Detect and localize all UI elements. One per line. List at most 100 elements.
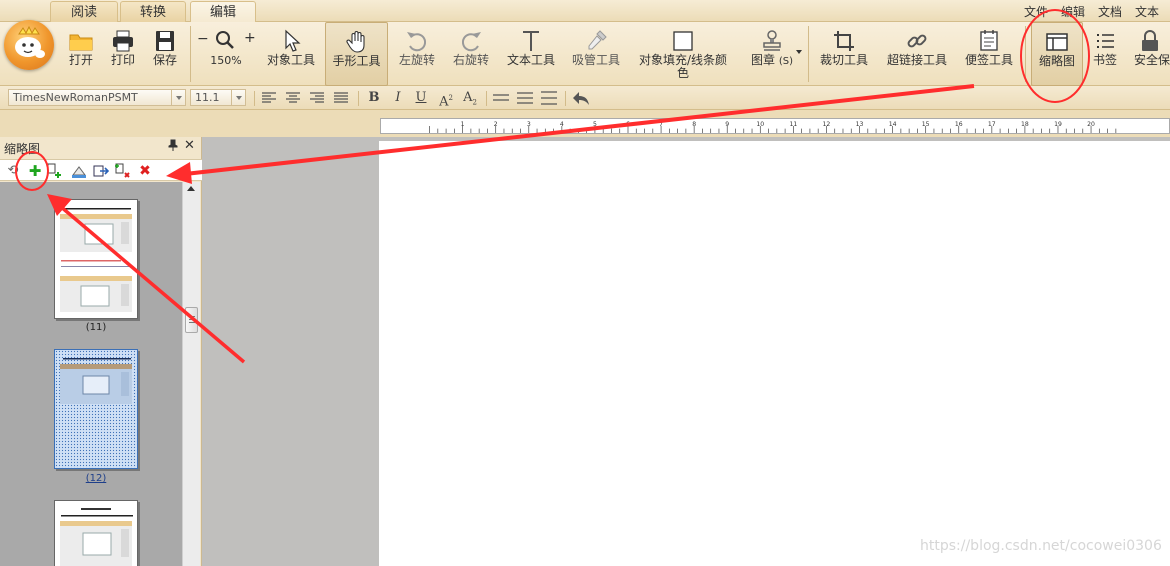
stamp-dropdown-icon[interactable]: [796, 50, 802, 54]
align-center-icon[interactable]: [286, 92, 300, 104]
line-spacing-2-icon[interactable]: [517, 92, 533, 104]
scroll-up-icon[interactable]: [187, 186, 195, 191]
zoom-out-icon[interactable]: −: [197, 31, 209, 47]
thumbnail-label: (11): [85, 322, 107, 333]
eyedropper-tool-button[interactable]: 吸管工具: [568, 22, 624, 86]
menu-edit[interactable]: 编辑: [1061, 3, 1085, 20]
stamp-shortcut: (S): [778, 56, 793, 67]
link-icon: [907, 34, 927, 48]
note-tool-label: 便签工具: [964, 53, 1013, 67]
text-tool-label: 文本工具: [506, 53, 555, 67]
format-toolbar: TimesNewRomanPSMT 11.1 B I U A2 A2: [0, 86, 1170, 110]
tab-read[interactable]: 阅读: [50, 1, 118, 22]
app-logo[interactable]: [4, 20, 54, 70]
pin-icon[interactable]: [168, 139, 178, 154]
thumbnail-button[interactable]: 缩略图: [1031, 22, 1083, 86]
extract-page-icon[interactable]: [71, 163, 87, 179]
line-spacing-3-icon[interactable]: [541, 91, 557, 105]
superscript-icon[interactable]: A2: [436, 90, 456, 109]
security-button[interactable]: 安全保: [1130, 22, 1170, 86]
crop-tool-button[interactable]: 裁切工具: [815, 22, 873, 86]
thumbnail-page[interactable]: [54, 199, 138, 319]
document-page[interactable]: [379, 141, 1170, 566]
lock-icon: [1142, 30, 1158, 51]
italic-icon[interactable]: I: [388, 90, 408, 106]
crop-icon: [834, 31, 854, 51]
thumbnail-page-selected[interactable]: [54, 349, 138, 469]
font-family-select[interactable]: TimesNewRomanPSMT: [8, 89, 186, 106]
panel-title: 缩略图: [4, 142, 41, 156]
ruler-label: 5: [593, 121, 597, 128]
export-page-icon[interactable]: [93, 163, 110, 179]
subscript-icon[interactable]: A2: [460, 90, 480, 107]
rotate-left-button[interactable]: 左旋转: [393, 22, 441, 86]
ruler-label: 10: [756, 121, 764, 128]
rotate-page-icon[interactable]: ⟲: [5, 163, 21, 179]
stamp-button[interactable]: 图章 (S): [740, 22, 804, 86]
scrollbar-thumb[interactable]: [185, 307, 198, 333]
thumbnail-page[interactable]: [54, 500, 138, 566]
object-tool-label: 对象工具: [266, 53, 315, 67]
hyperlink-tool-button[interactable]: 超链接工具: [882, 22, 952, 86]
eyedropper-tool-label: 吸管工具: [571, 53, 620, 67]
tab-convert[interactable]: 转换: [120, 1, 186, 22]
undo-arrow-icon[interactable]: [572, 90, 590, 106]
eyedropper-icon: [588, 30, 607, 50]
font-size-value: 11.1: [195, 91, 220, 104]
save-button[interactable]: 保存: [144, 22, 186, 86]
text-tool-button[interactable]: 文本工具: [503, 22, 559, 86]
menu-document[interactable]: 文档: [1098, 3, 1122, 20]
fill-line-color-button[interactable]: 对象填充/线条颜色: [634, 22, 732, 86]
bold-icon[interactable]: B: [364, 90, 384, 106]
ruler-label: 2: [494, 121, 498, 128]
save-icon: [156, 31, 174, 51]
security-label: 安全保: [1134, 53, 1170, 67]
vertical-scrollbar[interactable]: [182, 182, 200, 566]
replace-page-icon[interactable]: [115, 163, 131, 179]
align-right-icon[interactable]: [310, 92, 324, 104]
hyperlink-tool-label: 超链接工具: [886, 53, 947, 67]
menu-file[interactable]: 文件: [1024, 3, 1048, 20]
format-separator: [486, 91, 487, 106]
bookmark-button[interactable]: 书签: [1088, 22, 1122, 86]
square-color-icon: [673, 31, 693, 51]
rotate-right-button[interactable]: 右旋转: [447, 22, 495, 86]
object-tool-button[interactable]: 对象工具: [262, 22, 320, 86]
menu-text[interactable]: 文本: [1135, 3, 1159, 20]
hand-tool-button[interactable]: 手形工具: [325, 22, 388, 86]
crop-tool-label: 裁切工具: [819, 53, 868, 67]
font-size-select[interactable]: 11.1: [190, 89, 246, 106]
stamp-text: 图章: [751, 53, 776, 67]
format-separator: [254, 91, 255, 106]
rotate-left-label: 左旋转: [398, 53, 435, 67]
line-spacing-1-icon[interactable]: [493, 93, 509, 103]
chevron-down-icon: [171, 90, 185, 105]
zoom-in-icon[interactable]: +: [244, 30, 256, 46]
delete-page-icon[interactable]: ✖: [137, 163, 153, 179]
ruler-label: 11: [789, 121, 797, 128]
hand-tool-label: 手形工具: [332, 54, 381, 68]
close-icon[interactable]: ✕: [184, 138, 195, 153]
print-button[interactable]: 打印: [102, 22, 144, 86]
underline-icon[interactable]: U: [411, 90, 431, 106]
ribbon-separator: [1025, 26, 1026, 82]
add-page-icon[interactable]: ✚: [27, 163, 43, 179]
ribbon-separator: [808, 26, 809, 82]
format-separator: [565, 91, 566, 106]
thumbnail-label-selected: (12): [85, 473, 107, 484]
ruler-label: 14: [889, 121, 897, 128]
rotate-left-icon: [407, 32, 427, 52]
thumbnail-label: 缩略图: [1038, 54, 1075, 68]
align-justify-icon[interactable]: [334, 92, 348, 104]
note-tool-button[interactable]: 便签工具: [960, 22, 1018, 86]
rotate-right-label: 右旋转: [452, 53, 489, 67]
open-button[interactable]: 打开: [60, 22, 102, 86]
ruler-label: 3: [527, 121, 531, 128]
stamp-icon: [763, 30, 781, 51]
zoom-control[interactable]: − + 150%: [194, 22, 258, 86]
magnifier-icon: [216, 31, 234, 49]
thumbnail-panel-icon: [1046, 33, 1068, 51]
insert-page-icon[interactable]: [47, 163, 63, 179]
align-left-icon[interactable]: [262, 92, 276, 104]
tab-edit[interactable]: 编辑: [190, 1, 256, 22]
